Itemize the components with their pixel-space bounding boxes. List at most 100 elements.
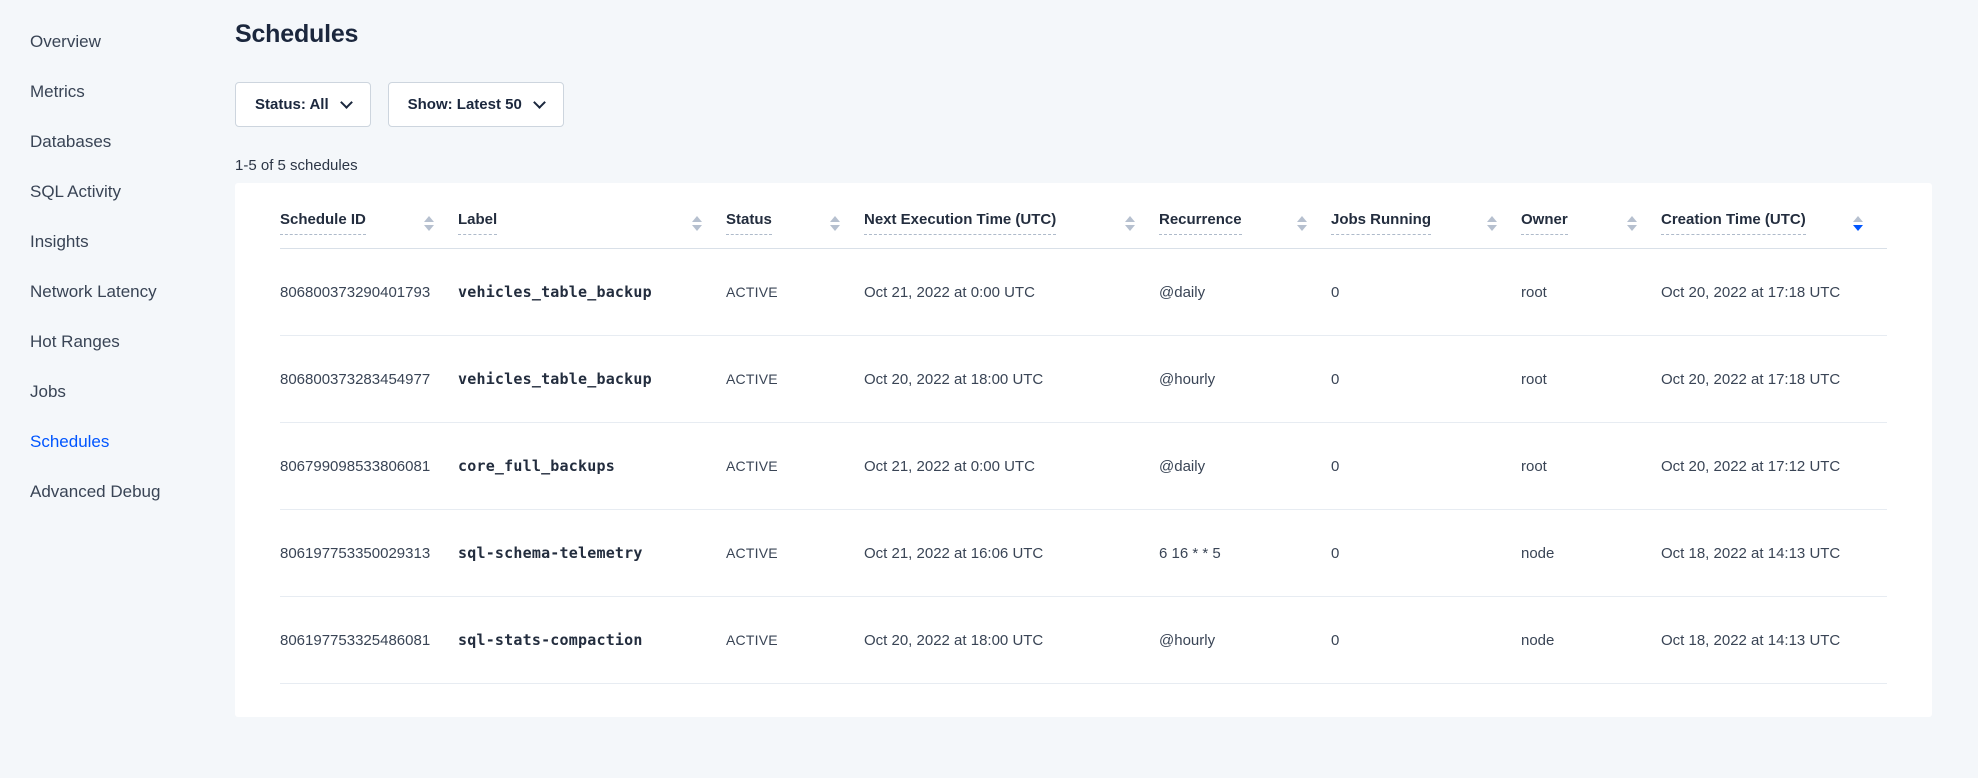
schedule-row: 806800373283454977 vehicles_table_backup… xyxy=(280,336,1887,423)
chevron-down-icon xyxy=(533,96,546,109)
sort-asc-arrow xyxy=(830,216,840,222)
status-filter-dropdown[interactable]: Status: All xyxy=(235,82,371,127)
sidebar-item[interactable]: Metrics xyxy=(30,80,235,103)
jobs-running-cell: 0 xyxy=(1331,510,1521,597)
filter-bar: Status: All Show: Latest 50 xyxy=(235,82,1932,127)
schedules-table: Schedule ID Label xyxy=(280,183,1887,684)
chevron-down-icon xyxy=(340,96,353,109)
sort-icon[interactable] xyxy=(692,216,702,231)
sort-asc-arrow xyxy=(1853,216,1863,222)
column-header-label: Recurrence xyxy=(1159,211,1242,235)
sidebar-item[interactable]: Network Latency xyxy=(30,280,235,303)
status-cell: ACTIVE xyxy=(726,423,864,510)
sort-icon[interactable] xyxy=(1297,216,1307,231)
table-header-row: Schedule ID Label xyxy=(280,183,1887,249)
status-cell: ACTIVE xyxy=(726,249,864,336)
sidebar-item[interactable]: Databases xyxy=(30,130,235,153)
recurrence-cell: @daily xyxy=(1159,423,1331,510)
sidebar-item[interactable]: SQL Activity xyxy=(30,180,235,203)
sidebar-item[interactable]: Schedules xyxy=(30,430,235,453)
sort-desc-arrow xyxy=(1487,225,1497,231)
sort-asc-arrow xyxy=(692,216,702,222)
column-header[interactable]: Creation Time (UTC) xyxy=(1661,183,1887,249)
recurrence-cell: 6 16 * * 5 xyxy=(1159,510,1331,597)
schedule-id-cell: 806799098533806081 xyxy=(280,423,458,510)
sort-asc-arrow xyxy=(1125,216,1135,222)
creation-time-cell: Oct 18, 2022 at 14:13 UTC xyxy=(1661,510,1887,597)
status-filter-label: Status: All xyxy=(255,96,329,113)
sidebar: Overview Metrics Databases SQL Activity … xyxy=(0,0,235,778)
column-header[interactable]: Jobs Running xyxy=(1331,183,1521,249)
column-header[interactable]: Next Execution Time (UTC) xyxy=(864,183,1159,249)
sort-desc-arrow xyxy=(692,225,702,231)
recurrence-cell: @hourly xyxy=(1159,336,1331,423)
status-cell: ACTIVE xyxy=(726,597,864,684)
sort-icon[interactable] xyxy=(1125,216,1135,231)
show-filter-label: Show: Latest 50 xyxy=(408,96,522,113)
results-summary: 1-5 of 5 schedules xyxy=(235,157,1932,174)
schedule-id-cell: 806197753325486081 xyxy=(280,597,458,684)
owner-cell: root xyxy=(1521,336,1661,423)
sort-desc-arrow xyxy=(1297,225,1307,231)
jobs-running-cell: 0 xyxy=(1331,336,1521,423)
schedule-id-cell: 806197753350029313 xyxy=(280,510,458,597)
owner-cell: root xyxy=(1521,249,1661,336)
creation-time-cell: Oct 20, 2022 at 17:18 UTC xyxy=(1661,249,1887,336)
column-header[interactable]: Owner xyxy=(1521,183,1661,249)
show-filter-dropdown[interactable]: Show: Latest 50 xyxy=(388,82,564,127)
schedule-row: 806800373290401793 vehicles_table_backup… xyxy=(280,249,1887,336)
sort-desc-arrow xyxy=(830,225,840,231)
owner-cell: root xyxy=(1521,423,1661,510)
schedule-label-cell: sql-stats-compaction xyxy=(458,597,726,684)
sort-asc-arrow xyxy=(1627,216,1637,222)
column-header[interactable]: Status xyxy=(726,183,864,249)
column-header-label: Status xyxy=(726,211,772,235)
jobs-running-cell: 0 xyxy=(1331,597,1521,684)
owner-cell: node xyxy=(1521,597,1661,684)
sort-icon[interactable] xyxy=(1487,216,1497,231)
sort-asc-arrow xyxy=(1487,216,1497,222)
recurrence-cell: @hourly xyxy=(1159,597,1331,684)
sort-icon[interactable] xyxy=(830,216,840,231)
owner-cell: node xyxy=(1521,510,1661,597)
column-header[interactable]: Recurrence xyxy=(1159,183,1331,249)
schedule-row: 806197753350029313 sql-schema-telemetry … xyxy=(280,510,1887,597)
column-header-label: Schedule ID xyxy=(280,211,366,235)
sort-icon[interactable] xyxy=(1627,216,1637,231)
creation-time-cell: Oct 20, 2022 at 17:12 UTC xyxy=(1661,423,1887,510)
jobs-running-cell: 0 xyxy=(1331,249,1521,336)
sidebar-item[interactable]: Overview xyxy=(30,30,235,53)
column-header-label: Jobs Running xyxy=(1331,211,1431,235)
sidebar-item[interactable]: Insights xyxy=(30,230,235,253)
sidebar-item[interactable]: Advanced Debug xyxy=(30,480,235,503)
schedule-row: 806197753325486081 sql-stats-compaction … xyxy=(280,597,1887,684)
next-execution-cell: Oct 20, 2022 at 18:00 UTC xyxy=(864,336,1159,423)
sort-icon[interactable] xyxy=(424,216,434,231)
column-header[interactable]: Schedule ID xyxy=(280,183,458,249)
next-execution-cell: Oct 21, 2022 at 16:06 UTC xyxy=(864,510,1159,597)
jobs-running-cell: 0 xyxy=(1331,423,1521,510)
status-cell: ACTIVE xyxy=(726,510,864,597)
column-header-label: Next Execution Time (UTC) xyxy=(864,211,1056,235)
status-cell: ACTIVE xyxy=(726,336,864,423)
schedule-label-cell: vehicles_table_backup xyxy=(458,249,726,336)
page-title: Schedules xyxy=(235,20,1932,49)
schedule-label-cell: vehicles_table_backup xyxy=(458,336,726,423)
next-execution-cell: Oct 21, 2022 at 0:00 UTC xyxy=(864,423,1159,510)
sidebar-item[interactable]: Jobs xyxy=(30,380,235,403)
column-header[interactable]: Label xyxy=(458,183,726,249)
sort-icon[interactable] xyxy=(1853,216,1863,231)
app-root: Overview Metrics Databases SQL Activity … xyxy=(0,0,1978,778)
sort-desc-arrow xyxy=(1125,225,1135,231)
column-header-label: Creation Time (UTC) xyxy=(1661,211,1806,235)
schedule-label-cell: sql-schema-telemetry xyxy=(458,510,726,597)
schedules-table-card: Schedule ID Label xyxy=(235,183,1932,717)
schedule-row: 806799098533806081 core_full_backups ACT… xyxy=(280,423,1887,510)
sort-desc-arrow xyxy=(1627,225,1637,231)
sort-asc-arrow xyxy=(1297,216,1307,222)
table-body: 806800373290401793 vehicles_table_backup… xyxy=(280,249,1887,684)
sidebar-item[interactable]: Hot Ranges xyxy=(30,330,235,353)
schedule-id-cell: 806800373290401793 xyxy=(280,249,458,336)
recurrence-cell: @daily xyxy=(1159,249,1331,336)
next-execution-cell: Oct 20, 2022 at 18:00 UTC xyxy=(864,597,1159,684)
